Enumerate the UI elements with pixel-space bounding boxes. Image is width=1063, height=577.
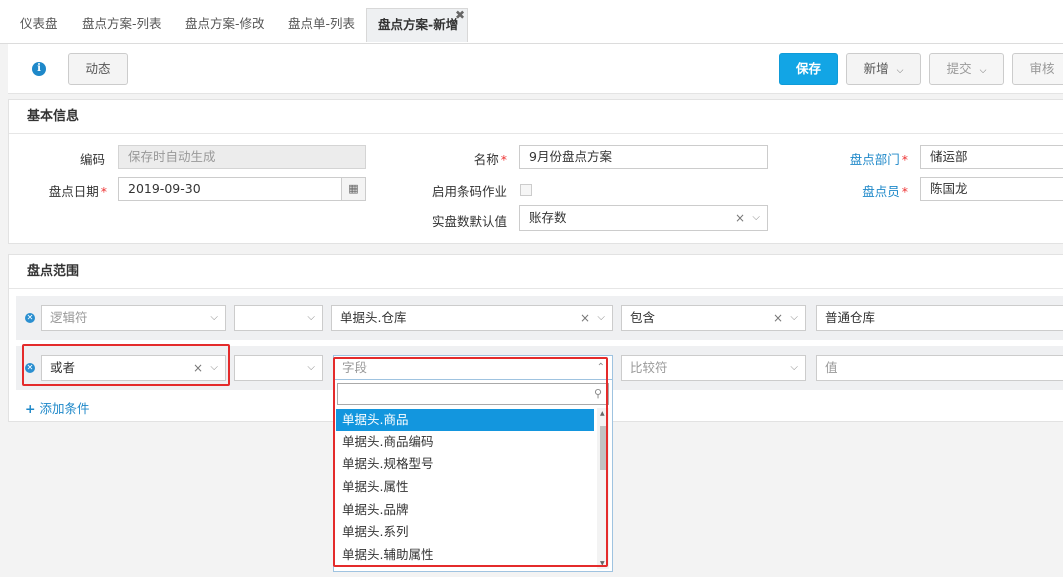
field-select-value: 单据头.仓库 [340,310,407,325]
name-field[interactable]: 9月份盘点方案 [519,145,768,169]
tab-bar: 仪表盘 盘点方案-列表 盘点方案-修改 盘点单-列表 盘点方案-新增 ✖ [0,0,1063,44]
paren-select[interactable]: ⌵ [234,355,323,381]
dept-label-text: 盘点部门 [849,152,900,167]
operator-select-value: 包含 [630,310,656,325]
remove-icon[interactable]: ✕ [25,313,35,323]
operator-select-value: 比较符 [630,360,668,375]
dept-field[interactable]: 储运部 [920,145,1063,169]
chevron-down-icon: ⌵ [210,312,218,323]
clerk-label[interactable]: 盘点员 * [840,181,908,200]
code-field: 保存时自动生成 [118,145,366,169]
submit-button[interactable]: 提交 ⌵ [929,53,1004,85]
calendar-icon[interactable]: ▦ [341,178,365,200]
tab-plan-edit[interactable]: 盘点方案-修改 [185,8,265,42]
toolbar: i 动态 保存 新增 ⌵ 提交 ⌵ 审核 [8,44,1063,94]
submit-button-label: 提交 [946,61,972,76]
date-value: 2019-09-30 [128,181,201,196]
operator-select[interactable]: 比较符 ⌵ [621,355,806,381]
chevron-down-icon: ⌵ [752,212,760,223]
chevron-down-icon: ⌵ [896,66,904,76]
chevron-down-icon: ⌵ [979,66,987,76]
info-icon[interactable]: i [32,62,46,76]
add-button[interactable]: 新增 ⌵ [846,53,921,85]
logic-select-value: 逻辑符 [50,310,88,325]
plus-icon: + [25,401,36,416]
tab-dashboard[interactable]: 仪表盘 [20,8,60,42]
dynamic-button[interactable]: 动态 [68,53,128,85]
default-value: 账存数 [529,210,567,225]
add-button-label: 新增 [863,61,889,76]
dept-label[interactable]: 盘点部门 * [830,149,908,168]
paren-select[interactable]: ⌵ [234,305,323,331]
clerk-label-text: 盘点员 [862,184,900,199]
clear-icon[interactable]: × [735,206,745,230]
chevron-down-icon: ⌵ [790,362,798,373]
date-label: 盘点日期 * [48,184,107,199]
add-condition-label: 添加条件 [39,401,90,416]
add-condition-link[interactable]: + 添加条件 [25,398,89,417]
name-label-text: 名称 [473,152,499,167]
field-select[interactable]: 单据头.仓库 × ⌵ [331,305,613,331]
basic-info-title: 基本信息 [9,100,1063,134]
name-label: 名称 * [473,152,507,167]
logic-select[interactable]: 逻辑符 ⌵ [41,305,226,331]
highlight-box-logic [22,344,230,386]
tab-plan-new-label: 盘点方案-新增 [378,17,459,32]
chevron-down-icon: ⌵ [790,312,798,323]
operator-select[interactable]: 包含 × ⌵ [621,305,806,331]
default-select[interactable]: 账存数 × ⌵ [519,205,768,231]
clear-icon[interactable]: × [580,306,590,330]
chevron-down-icon: ⌵ [307,362,315,373]
tab-count-list[interactable]: 盘点单-列表 [288,8,356,42]
chevron-down-icon: ⌵ [307,312,315,323]
scope-title: 盘点范围 [9,255,1063,289]
date-field[interactable]: 2019-09-30 ▦ [118,177,366,201]
code-label: 编码 [79,152,105,167]
save-button[interactable]: 保存 [779,53,838,85]
close-icon[interactable]: ✖ [455,0,465,31]
highlight-box-field [333,357,608,567]
clerk-field[interactable]: 陈国龙 [920,177,1063,201]
date-label-text: 盘点日期 [48,184,99,199]
tab-plan-list[interactable]: 盘点方案-列表 [82,8,162,42]
value-field-placeholder: 值 [825,360,838,375]
default-label: 实盘数默认值 [431,214,507,229]
clear-icon[interactable]: × [773,306,783,330]
chevron-down-icon: ⌵ [597,312,605,323]
value-field[interactable]: 普通仓库 [816,305,1063,331]
barcode-checkbox[interactable] [520,184,532,196]
audit-button[interactable]: 审核 [1012,53,1063,85]
value-field[interactable]: 值 [816,355,1063,381]
tab-plan-new[interactable]: 盘点方案-新增 ✖ [366,8,468,42]
barcode-label: 启用条码作业 [431,184,507,199]
